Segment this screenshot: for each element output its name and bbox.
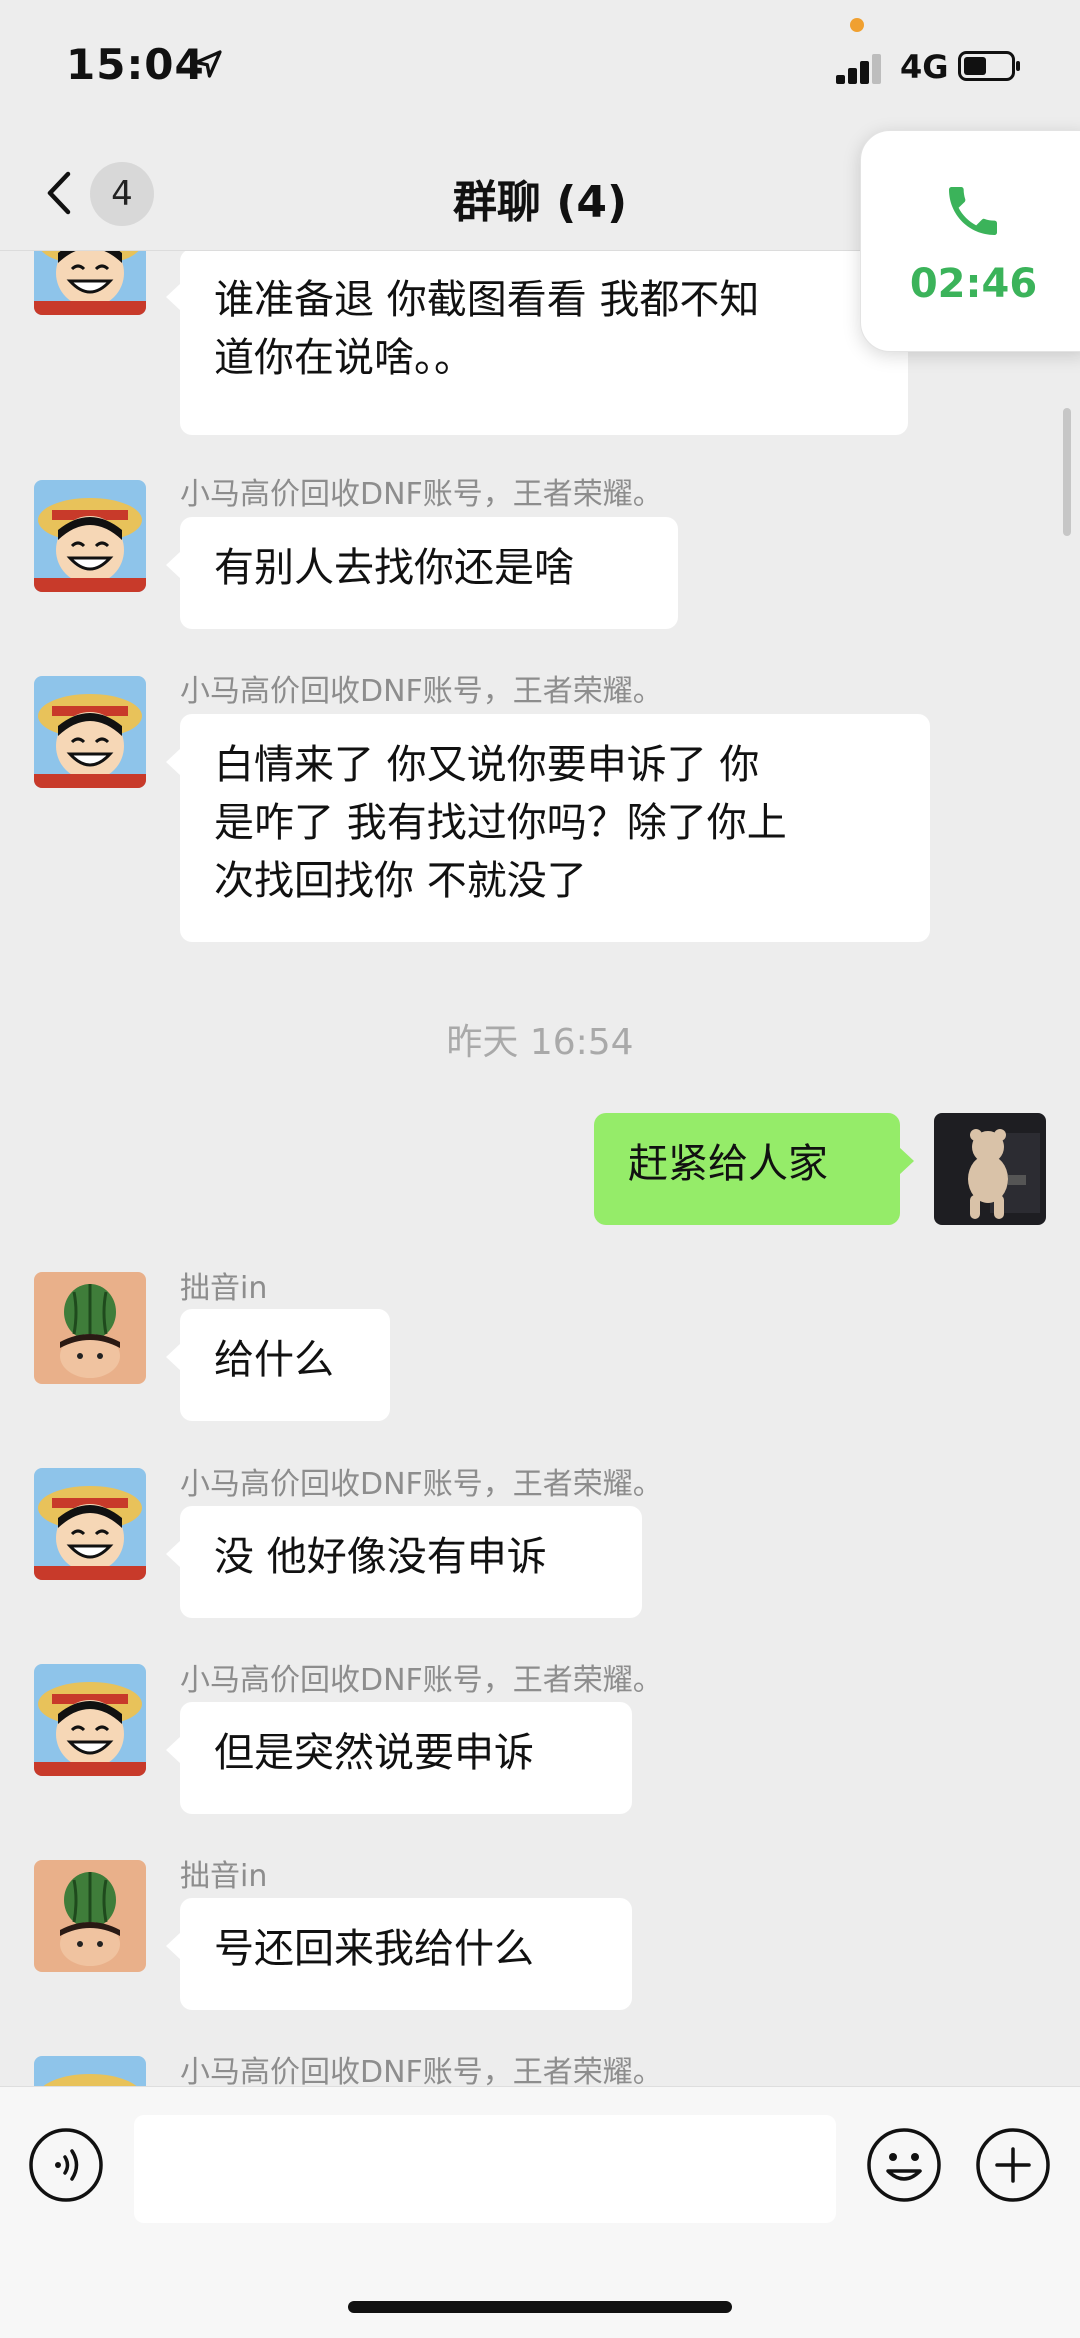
sender-name: 小马高价回收DNF账号，王者荣耀。 bbox=[180, 2055, 663, 2086]
message-bubble[interactable]: 谁准备退 你截图看看 我都不知 道你在说啥。。 bbox=[166, 251, 908, 435]
location-arrow-icon bbox=[194, 50, 222, 78]
watermelon-avatar[interactable] bbox=[34, 1860, 146, 1972]
luffy-avatar[interactable] bbox=[34, 480, 146, 592]
bear-avatar[interactable] bbox=[934, 1113, 1046, 1225]
sender-name: 小马高价回收DNF账号，王者荣耀。 bbox=[180, 1663, 663, 1698]
phone-icon bbox=[949, 187, 997, 235]
message-text-line: 号还回来我给什么 bbox=[214, 1926, 534, 1972]
input-bar bbox=[0, 2086, 1080, 2338]
sender-name: 拙音in bbox=[180, 1859, 268, 1894]
status-time: 15:04 bbox=[66, 40, 205, 89]
privacy-indicator-dot bbox=[850, 18, 864, 32]
message-text-line: 没 他好像没有申诉 bbox=[214, 1534, 547, 1580]
home-indicator[interactable] bbox=[348, 2301, 732, 2313]
watermelon-avatar[interactable] bbox=[34, 1272, 146, 1384]
sender-name: 小马高价回收DNF账号，王者荣耀。 bbox=[180, 477, 663, 512]
message-text-line: 给什么 bbox=[214, 1337, 334, 1383]
voice-input-icon[interactable] bbox=[28, 2127, 104, 2203]
message-text-line: 是咋了 我有找过你吗？除了你上 bbox=[214, 800, 787, 846]
message-bubble[interactable]: 没 他好像没有申诉 bbox=[166, 1506, 642, 1618]
message-bubble[interactable]: 有别人去找你还是啥 bbox=[166, 517, 678, 629]
battery-icon bbox=[958, 51, 1020, 81]
message-text-line: 赶紧给人家 bbox=[628, 1141, 828, 1187]
message-text-line: 次找回找你 不就没了 bbox=[214, 858, 587, 904]
luffy-avatar[interactable] bbox=[34, 676, 146, 788]
message-text-line: 有别人去找你还是啥 bbox=[214, 545, 574, 591]
chat-timestamp: 昨天 16:54 bbox=[446, 1022, 634, 1063]
sender-name: 小马高价回收DNF账号，王者荣耀。 bbox=[180, 1467, 663, 1502]
plus-icon[interactable] bbox=[975, 2127, 1051, 2203]
message-text-line: 白情来了 你又说你要申诉了 你 bbox=[214, 742, 760, 788]
sender-name: 拙音in bbox=[180, 1271, 268, 1306]
luffy-avatar[interactable] bbox=[34, 251, 146, 315]
message-text-line: 谁准备退 你截图看看 我都不知 bbox=[214, 277, 760, 323]
message-bubble[interactable]: 白情来了 你又说你要申诉了 你 是咋了 我有找过你吗？除了你上 次找回找你 不就… bbox=[166, 714, 930, 942]
call-duration: 02:46 bbox=[909, 261, 1038, 307]
message-input[interactable] bbox=[134, 2115, 836, 2223]
cellular-signal-icon bbox=[836, 52, 884, 84]
status-bar: 15:04 4G bbox=[0, 0, 1080, 130]
luffy-avatar[interactable] bbox=[34, 1664, 146, 1776]
message-bubble[interactable]: 给什么 bbox=[166, 1309, 390, 1421]
luffy-avatar[interactable] bbox=[34, 1468, 146, 1580]
sender-name: 小马高价回收DNF账号，王者荣耀。 bbox=[180, 674, 663, 709]
message-bubble[interactable]: 号还回来我给什么 bbox=[166, 1898, 632, 2010]
message-bubble[interactable]: 但是突然说要申诉 bbox=[166, 1702, 632, 1814]
floating-call-window[interactable]: 02:46 bbox=[860, 130, 1080, 352]
message-text-line: 但是突然说要申诉 bbox=[214, 1730, 534, 1776]
network-type: 4G bbox=[900, 48, 949, 86]
message-text-line: 道你在说啥。。 bbox=[214, 335, 474, 381]
luffy-avatar[interactable] bbox=[34, 2056, 146, 2086]
message-list: 谁准备退 你截图看看 我都不知 道你在说啥。。 小马高价回收DNF账号，王者荣耀… bbox=[0, 251, 1080, 2086]
emoji-icon[interactable] bbox=[866, 2127, 942, 2203]
message-bubble-mine[interactable]: 赶紧给人家 bbox=[594, 1113, 914, 1225]
